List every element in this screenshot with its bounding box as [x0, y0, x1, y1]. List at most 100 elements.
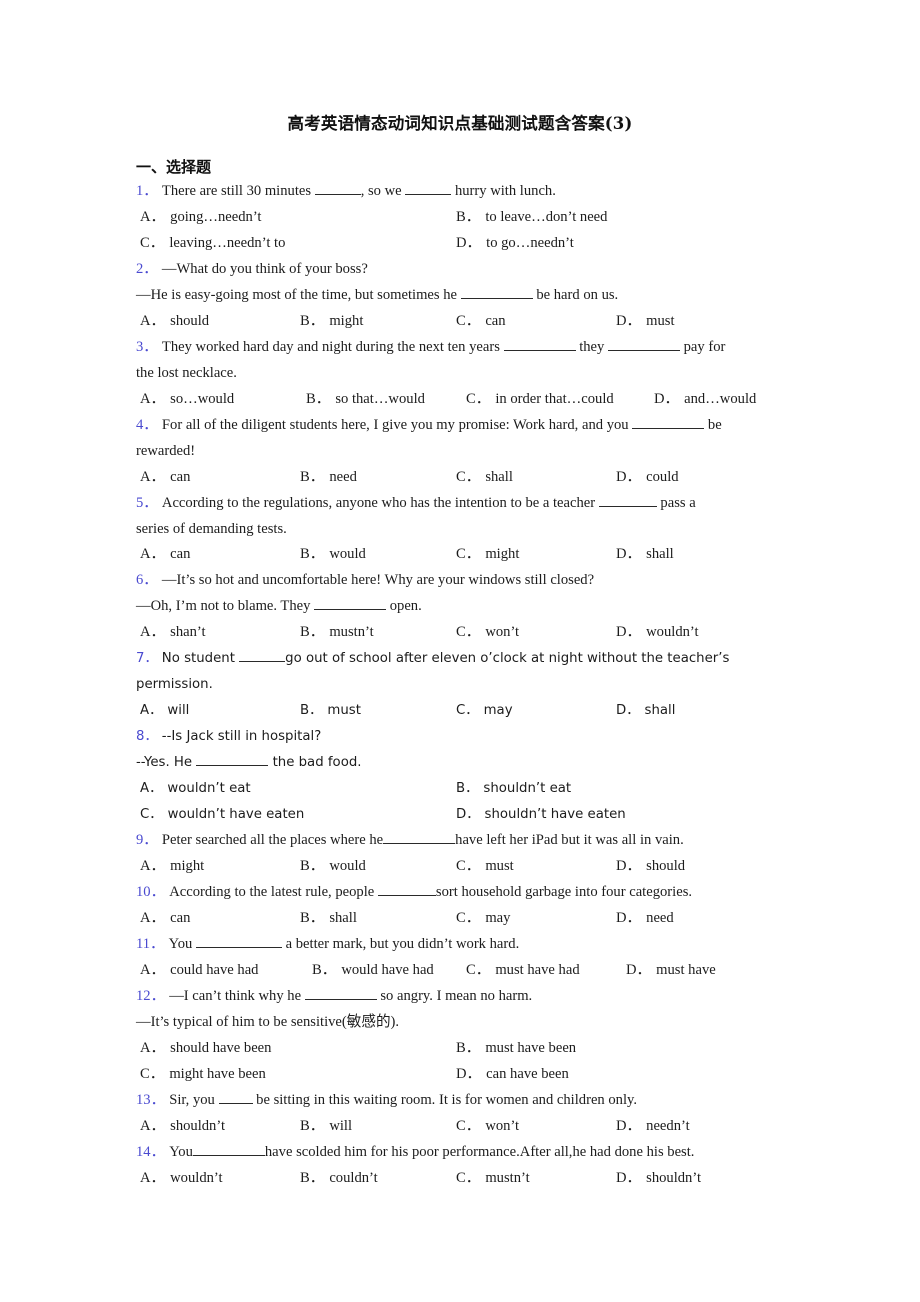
option-d[interactable]: D． to go…needn’t — [456, 231, 574, 257]
answer-blank — [503, 349, 576, 351]
option-c[interactable]: C． might — [456, 542, 519, 568]
option-d[interactable]: D． need — [616, 906, 674, 932]
stem-text: go out of school after eleven o’clock at… — [285, 651, 730, 667]
option-label: D． — [616, 858, 642, 875]
option-b[interactable]: B． so that…would — [306, 387, 425, 413]
option-b[interactable]: B． shall — [300, 906, 357, 932]
option-d[interactable]: D． should — [616, 854, 685, 880]
option-label: B． — [300, 468, 325, 485]
option-d[interactable]: D． shall — [616, 542, 674, 568]
option-label: A． — [140, 208, 166, 225]
option-a[interactable]: A． should — [140, 309, 209, 335]
option-b[interactable]: B． must — [300, 698, 361, 724]
option-b[interactable]: B． couldn’t — [300, 1166, 378, 1192]
option-text: going…needn’t — [170, 208, 262, 225]
option-label: C． — [456, 312, 481, 329]
option-a[interactable]: A． going…needn’t — [140, 205, 261, 231]
option-text: must have — [656, 962, 716, 978]
question-number: 7． — [136, 651, 158, 667]
question-stem: 14． You have scolded him for his poor perf… — [136, 1140, 788, 1166]
option-b[interactable]: B． would have had — [312, 958, 434, 984]
option-b[interactable]: B． would — [300, 542, 366, 568]
option-text: would have had — [341, 962, 434, 978]
option-c[interactable]: C． leaving…needn’t to — [140, 231, 285, 257]
option-a[interactable]: A． wouldn’t — [140, 1166, 223, 1192]
stem-text: they — [575, 338, 608, 355]
option-d[interactable]: D． shouldn’t — [616, 1166, 701, 1192]
option-label: B． — [300, 312, 325, 329]
option-row: A． shouldn’t B． will C． won’t D． needn’t — [136, 1114, 788, 1140]
option-b[interactable]: B． mustn’t — [300, 620, 374, 646]
option-b[interactable]: B． need — [300, 465, 357, 491]
option-d[interactable]: D． can have been — [456, 1062, 569, 1088]
option-text: can — [170, 546, 191, 563]
option-c[interactable]: C． won’t — [456, 620, 519, 646]
option-c[interactable]: C． mustn’t — [456, 1166, 530, 1192]
option-c[interactable]: C． must — [456, 854, 514, 880]
option-b[interactable]: B． would — [300, 854, 366, 880]
stem-text: --Is Jack still in hospital? — [161, 729, 322, 745]
option-row: A． will B． must C． may D． shall — [136, 698, 788, 724]
option-a[interactable]: A． shan’t — [140, 620, 206, 646]
option-d[interactable]: D． wouldn’t — [616, 620, 699, 646]
option-a[interactable]: A． will — [140, 698, 189, 724]
option-label: B． — [300, 703, 323, 719]
stem-text: For all of the diligent students here, I… — [161, 416, 633, 433]
option-b[interactable]: B． must have been — [456, 1036, 576, 1062]
option-d[interactable]: D． and…would — [654, 387, 756, 413]
stem-text: —He is easy-going most of the time, but … — [136, 286, 461, 303]
option-d[interactable]: D． needn’t — [616, 1114, 690, 1140]
option-d[interactable]: D． must have — [626, 958, 716, 984]
option-row: C． leaving…needn’t to D． to go…needn’t — [136, 231, 788, 257]
option-c[interactable]: C． may — [456, 906, 510, 932]
option-c[interactable]: C． must have had — [466, 958, 580, 984]
option-text: might — [485, 546, 520, 563]
option-text: must — [646, 312, 675, 329]
option-a[interactable]: A． can — [140, 542, 190, 568]
option-c[interactable]: C． may — [456, 698, 513, 724]
option-c[interactable]: C． can — [456, 309, 506, 335]
question-number: 2． — [136, 260, 158, 277]
option-text: mustn’t — [485, 1169, 530, 1186]
option-b[interactable]: B． to leave…don’t need — [456, 205, 607, 231]
stem-text: —Oh, I’m not to blame. They — [136, 598, 315, 615]
question-stem-continuation: permission. — [136, 677, 213, 693]
option-b[interactable]: B． will — [300, 1114, 352, 1140]
option-text: shall — [644, 703, 676, 719]
question-stem: 3． They worked hard day and night during … — [136, 335, 788, 361]
option-label: C． — [140, 1065, 165, 1082]
question-stem-continuation: the lost necklace. — [136, 364, 237, 381]
question-1: 1． There are still 30 minutes , so we hur… — [136, 179, 788, 257]
option-label: C． — [456, 703, 479, 719]
option-a[interactable]: A． could have had — [140, 958, 258, 984]
option-row: C． wouldn’t have eaten D． shouldn’t have e… — [136, 802, 788, 828]
option-label: B． — [456, 208, 481, 225]
option-a[interactable]: A． can — [140, 906, 190, 932]
option-a[interactable]: A． should have been — [140, 1036, 271, 1062]
question-stem: 8． --Is Jack still in hospital? — [136, 724, 788, 750]
option-a[interactable]: A． so…would — [140, 387, 234, 413]
option-b[interactable]: B． shouldn’t eat — [456, 776, 571, 802]
stem-text: open. — [386, 598, 422, 615]
option-c[interactable]: C． in order that…could — [466, 387, 614, 413]
option-a[interactable]: A． might — [140, 854, 204, 880]
stem-text: so angry. I mean no harm. — [376, 988, 533, 1004]
option-c[interactable]: C． shall — [456, 465, 513, 491]
option-d[interactable]: D． shall — [616, 698, 675, 724]
option-a[interactable]: A． shouldn’t — [140, 1114, 225, 1140]
option-b[interactable]: B． might — [300, 309, 363, 335]
option-a[interactable]: A． can — [140, 465, 190, 491]
option-c[interactable]: C． wouldn’t have eaten — [140, 802, 304, 828]
option-c[interactable]: C． might have been — [140, 1062, 266, 1088]
option-d[interactable]: D． could — [616, 465, 679, 491]
option-d[interactable]: D． must — [616, 309, 675, 335]
option-text: might — [170, 858, 205, 875]
option-label: A． — [140, 1169, 166, 1186]
option-c[interactable]: C． won’t — [456, 1114, 519, 1140]
question-12: 12． —I can’t think why he so angry. I mea… — [136, 984, 788, 1088]
option-text: so…would — [170, 390, 235, 407]
option-d[interactable]: D． shouldn’t have eaten — [456, 802, 626, 828]
option-a[interactable]: A． wouldn’t eat — [140, 776, 251, 802]
option-text: will — [167, 703, 190, 719]
option-label: C． — [466, 962, 491, 978]
